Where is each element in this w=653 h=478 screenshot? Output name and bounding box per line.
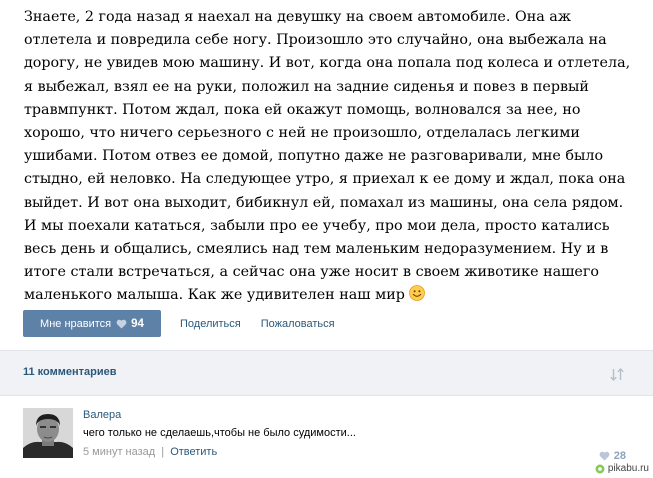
like-count: 94 [131,317,144,330]
heart-icon [116,319,127,329]
comment-time[interactable]: 5 минут назад [83,446,155,458]
post: Знаете, 2 года назад я наехал на девушку… [0,0,653,350]
sort-arrows-icon[interactable] [609,366,625,385]
like-button-label: Мне нравится [40,317,112,330]
post-text: Знаете, 2 года назад я наехал на девушку… [24,6,634,308]
post-actions: Мне нравится 94 Поделиться Пожаловаться [23,310,335,337]
watermark: pikabu.ru [595,463,649,474]
comment-like-count: 28 [613,449,626,462]
avatar[interactable] [23,408,73,458]
comments-header: 11 комментариев [0,350,653,396]
share-link[interactable]: Поделиться [180,318,241,330]
post-text-content: Знаете, 2 года назад я наехал на девушку… [24,9,631,304]
like-button[interactable]: Мне нравится 94 [23,310,161,337]
comments-count-link[interactable]: 11 комментариев [23,366,117,378]
smile-emoji [409,285,425,302]
comment-meta: 5 минут назад | Ответить [83,446,217,458]
complain-link[interactable]: Пожаловаться [261,318,335,330]
reply-link[interactable]: Ответить [170,446,217,458]
comment-meta-separator: | [161,446,165,458]
comment-text: чего только не сделаешь,чтобы не было су… [83,427,356,439]
comment-item: Валера чего только не сделаешь,чтобы не … [0,396,653,478]
watermark-text: pikabu.ru [607,463,649,474]
comment-author[interactable]: Валера [83,409,121,421]
pikabu-logo-icon [595,464,605,473]
